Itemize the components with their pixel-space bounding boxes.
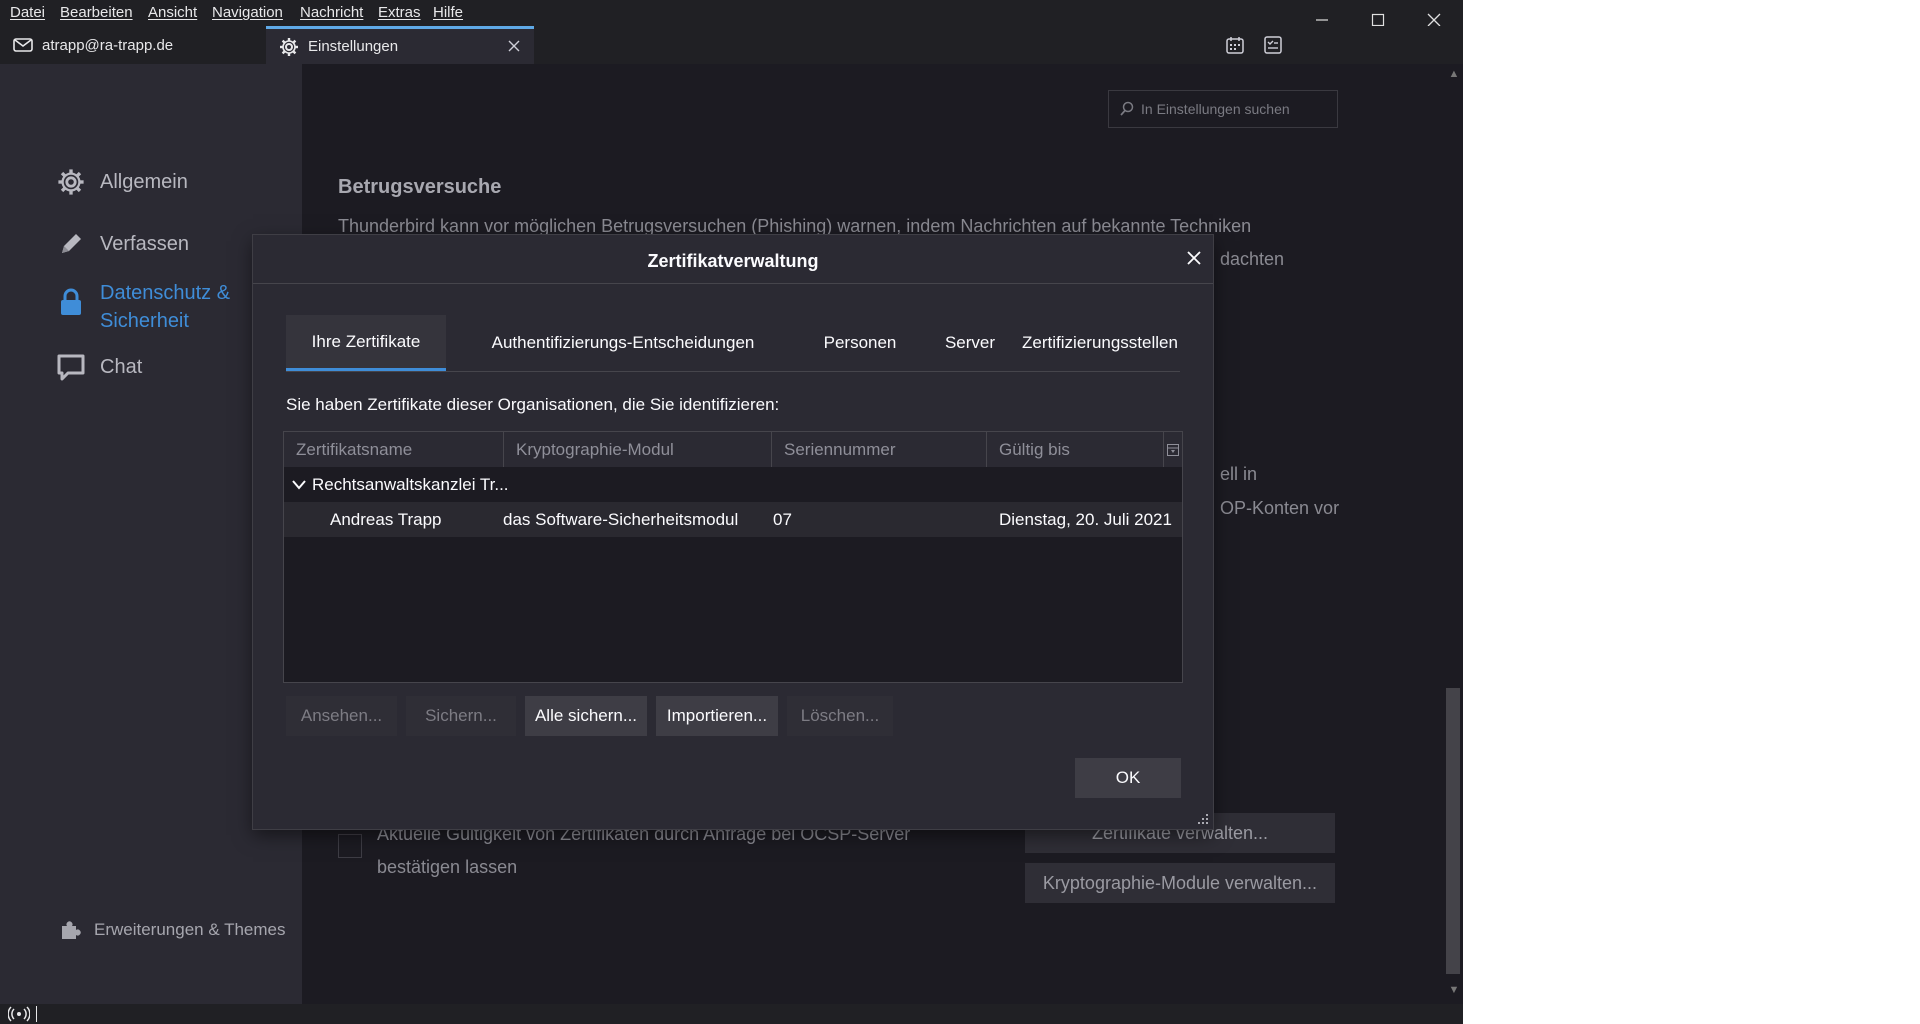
tab-authorities[interactable]: Zertifizierungsstellen [1020,315,1180,371]
minimize-icon [1316,19,1328,21]
tab-settings[interactable]: Einstellungen [266,26,534,64]
chevron-down-icon[interactable] [292,480,306,490]
tab-authentication-decisions[interactable]: Authentifizierungs-Entscheidungen [446,315,800,371]
cell-serial: 07 [773,510,792,529]
section-description-tail: dachten [1220,249,1285,269]
sidebar-item-chat[interactable]: Chat [56,352,142,382]
tab-mail[interactable]: atrapp@ra-trapp.de [0,26,262,64]
manage-security-modules-button[interactable]: Kryptographie-Module verwalten... [1025,863,1335,903]
ok-button[interactable]: OK [1075,758,1181,798]
tree-group-row[interactable]: Rechtsanwaltskanzlei Tr... [284,467,1182,502]
sidebar-item-label: Allgemein [100,171,188,193]
column-header-serial[interactable]: Seriennummer [772,432,987,467]
section-description: Thunderbird kann vor möglichen Betrugsve… [338,216,1252,236]
section-title: Betrugsversuche [338,176,502,198]
mail-icon [12,36,34,54]
menubar: Datei Bearbeiten Ansicht Navigation Nach… [0,0,1463,26]
certificate-manager-dialog: Zertifikatverwaltung Ihre Zertifikate Au… [253,235,1213,829]
pencil-icon [56,229,86,259]
maximize-icon [1371,13,1385,27]
scroll-down-arrow[interactable]: ▼ [1446,984,1462,1000]
group-label: Rechtsanwaltskanzlei Tr... [312,475,509,494]
gear-icon [278,37,300,56]
backup-button[interactable]: Sichern... [406,696,516,736]
menu-datei[interactable]: Datei [10,4,45,21]
menu-ansicht[interactable]: Ansicht [148,4,197,21]
ocsp-checkbox[interactable] [338,834,362,858]
tab-close-button[interactable] [508,35,520,58]
cell-module: das Software-Sicherheitsmodul [503,510,739,529]
sidebar-item-datenschutz[interactable]: Datenschutz & Sicherheit [56,279,230,335]
lock-icon [56,287,86,317]
tab-your-certificates[interactable]: Ihre Zertifikate [286,315,446,371]
puzzle-icon [58,918,82,942]
column-picker-icon [1167,443,1179,456]
certificate-tree[interactable]: Zertifikatsname Kryptographie-Modul Seri… [283,431,1183,683]
scroll-up-arrow[interactable]: ▲ [1446,68,1462,84]
column-picker-button[interactable] [1164,432,1182,467]
close-icon [508,40,520,52]
tab-settings-label: Einstellungen [308,38,399,55]
delete-button[interactable]: Löschen... [787,696,893,736]
close-icon [1427,13,1441,27]
close-icon [1187,251,1201,265]
thunderbird-window: Datei Bearbeiten Ansicht Navigation Nach… [0,0,1463,1024]
background-text-tail: OP-Konten vor [1220,498,1340,518]
extensions-themes-link[interactable]: Erweiterungen & Themes [58,918,286,942]
dialog-divider [253,283,1213,284]
table-row[interactable]: Andreas Trapp das Software-Sicherheitsmo… [284,502,1182,537]
status-bar [0,1004,1463,1024]
sidebar-item-label: Verfassen [100,233,189,255]
chat-icon [56,352,86,382]
dialog-title: Zertifikatverwaltung [647,251,819,271]
certificate-tabs: Ihre Zertifikate Authentifizierungs-Ents… [286,315,1180,372]
background-text-tail: ell in [1220,464,1258,484]
tab-people[interactable]: Personen [800,315,920,371]
backup-all-button[interactable]: Alle sichern... [525,696,647,736]
column-header-name[interactable]: Zertifikatsname [284,432,504,467]
calendar-icon[interactable] [1224,34,1246,56]
dialog-close-button[interactable] [1187,245,1201,271]
tab-servers[interactable]: Server [920,315,1020,371]
settings-search-input[interactable]: In Einstellungen suchen [1108,90,1338,128]
menu-nachricht[interactable]: Nachricht [300,4,363,21]
sidebar-item-label: Datenschutz & Sicherheit [100,279,230,335]
sidebar-item-allgemein[interactable]: Allgemein [56,167,188,197]
resize-grip-icon[interactable] [1197,813,1209,825]
menu-navigation[interactable]: Navigation [212,4,283,21]
column-header-valid-until[interactable]: Gültig bis [987,432,1164,467]
tasks-icon[interactable] [1262,34,1284,56]
extensions-label: Erweiterungen & Themes [94,920,286,939]
tab-mail-label: atrapp@ra-trapp.de [42,36,174,54]
sidebar-item-label-line1: Datenschutz & [100,282,231,304]
ocsp-label-line2: bestätigen lassen [377,857,518,877]
status-divider [36,1006,37,1022]
menu-hilfe[interactable]: Hilfe [433,4,463,21]
gear-icon [56,167,86,197]
menu-extras[interactable]: Extras [378,4,421,21]
sidebar-item-label-line2: Sicherheit [100,310,189,332]
tree-header: Zertifikatsname Kryptographie-Modul Seri… [284,432,1182,468]
sidebar-item-label: Chat [100,356,143,378]
cell-name: Andreas Trapp [330,510,442,529]
search-icon [1120,101,1134,116]
online-status-icon[interactable] [8,1006,30,1022]
column-header-module[interactable]: Kryptographie-Modul [504,432,772,467]
sidebar-item-verfassen[interactable]: Verfassen [56,229,189,259]
cell-valid-until: Dienstag, 20. Juli 2021 [999,510,1172,529]
import-button[interactable]: Importieren... [656,696,778,736]
certificates-description: Sie haben Zertifikate dieser Organisatio… [286,395,780,414]
view-button[interactable]: Ansehen... [286,696,397,736]
search-placeholder: In Einstellungen suchen [1141,101,1290,117]
scrollbar-thumb[interactable] [1446,688,1460,974]
menu-bearbeiten[interactable]: Bearbeiten [60,4,133,21]
